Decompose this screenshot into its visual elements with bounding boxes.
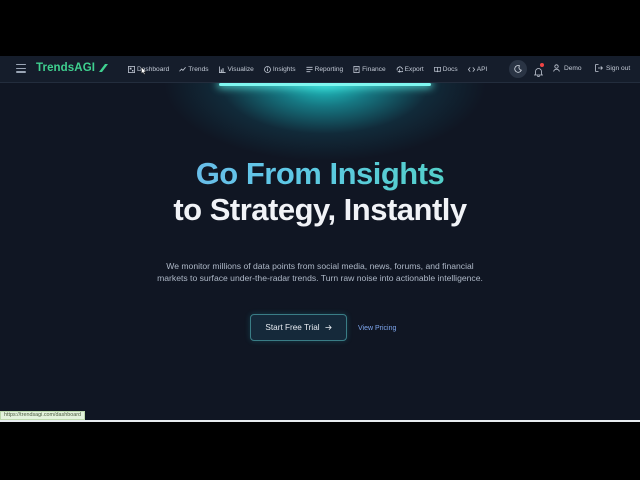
arrow-right-icon	[325, 325, 332, 330]
view-pricing-link[interactable]: View Pricing	[358, 325, 396, 332]
theme-toggle-button[interactable]	[509, 60, 527, 78]
code-icon	[467, 67, 475, 72]
trends-icon	[179, 67, 187, 72]
nav-item-label: Docs	[442, 66, 458, 73]
nav-item-api[interactable]: API	[467, 66, 488, 73]
notification-badge	[540, 63, 544, 67]
nav-item-trends[interactable]: Trends	[179, 66, 209, 73]
nav-item-label: Reporting	[314, 66, 344, 73]
reporting-icon	[306, 66, 313, 73]
top-navbar: TrendsAGI Dashboard Trends Visualize Ins…	[0, 56, 640, 83]
export-icon	[396, 66, 403, 73]
nav-item-finance[interactable]: Finance	[353, 66, 386, 73]
notifications-button[interactable]	[533, 63, 544, 77]
letterbox-bottom	[0, 422, 640, 480]
nav-item-label: API	[476, 66, 488, 73]
brand-logo[interactable]: TrendsAGI	[36, 62, 109, 74]
status-bar-url: https://trendsagi.com/dashboard	[0, 411, 86, 420]
user-menu[interactable]: Demo	[553, 64, 582, 72]
sign-out-label: Sign out	[606, 64, 631, 72]
finance-icon	[353, 66, 360, 73]
start-free-trial-label: Start Free Trial	[265, 323, 320, 332]
nav-item-export[interactable]: Export	[396, 66, 424, 73]
nav-item-reporting[interactable]: Reporting	[306, 66, 344, 73]
hero-title-line-2: to Strategy, Instantly	[173, 192, 467, 227]
nav-item-visualize[interactable]: Visualize	[218, 66, 254, 73]
insights-icon	[263, 66, 271, 73]
hero-title-line-1-text: Go From Insights	[195, 156, 445, 191]
nav-item-docs[interactable]: Docs	[433, 66, 458, 73]
hamburger-menu-icon[interactable]	[16, 64, 26, 74]
nav-item-insights[interactable]: Insights	[263, 66, 296, 73]
nav-item-dashboard[interactable]: Dashboard	[128, 66, 169, 73]
user-icon	[553, 64, 560, 72]
user-name: Demo	[564, 64, 582, 72]
letterbox-top	[0, 0, 640, 56]
mouse-cursor-icon	[141, 67, 147, 75]
moon-icon	[514, 65, 522, 73]
spotlight-bar	[219, 83, 431, 86]
browser-viewport: TrendsAGI Dashboard Trends Visualize Ins…	[0, 56, 640, 420]
nav-item-label: Finance	[362, 66, 386, 73]
dashboard-icon	[128, 66, 135, 73]
brand-name: TrendsAGI	[36, 62, 96, 74]
sign-out-button[interactable]: Sign out	[595, 64, 630, 72]
start-free-trial-button[interactable]: Start Free Trial	[250, 314, 347, 341]
chart-icon	[218, 66, 226, 73]
nav-links: Dashboard Trends Visualize Insights Repo…	[128, 56, 497, 83]
nav-item-label: Export	[404, 66, 424, 73]
nav-item-label: Insights	[272, 66, 296, 73]
hero-subtitle: We monitor millions of data points from …	[157, 261, 483, 284]
nav-item-label: Trends	[188, 66, 209, 73]
sign-out-icon	[595, 64, 603, 72]
bell-icon	[533, 68, 544, 77]
docs-icon	[433, 66, 441, 73]
logo-slash-icon	[99, 64, 109, 72]
nav-item-label: Visualize	[227, 66, 254, 73]
hero-title-line-1: Go From Insights	[0, 156, 640, 192]
